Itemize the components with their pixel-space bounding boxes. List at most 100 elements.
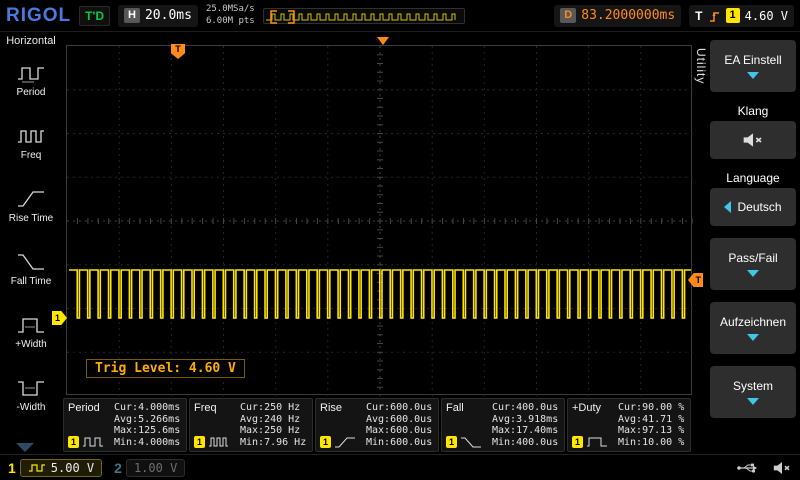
freq-glyph-icon bbox=[208, 436, 230, 448]
waveform-display-area bbox=[66, 45, 692, 395]
measure-item-label: +Width bbox=[15, 340, 46, 351]
measurement-panel-duty: +Duty 1 Cur:90.00 % Avg:41.71 % Max:97.1… bbox=[567, 398, 691, 452]
fall-time-icon bbox=[15, 250, 47, 274]
measurement-name: Freq bbox=[194, 402, 236, 414]
sample-rate: 25.0MSa/s bbox=[206, 4, 255, 14]
fall-glyph-icon bbox=[460, 436, 482, 448]
measurement-name: Fall bbox=[446, 402, 488, 414]
delay-value: 83.2000000ms bbox=[581, 8, 675, 23]
measurement-cur: Cur:90.00 % bbox=[618, 402, 686, 413]
neg-width-icon bbox=[15, 376, 47, 400]
measurement-bar: Period 1 Cur:4.000ms Avg:5.266ms Max:125… bbox=[63, 398, 691, 452]
measurement-min: Min:600.0us bbox=[366, 437, 434, 448]
measurement-channel-badge: 1 bbox=[194, 436, 205, 448]
memory-depth: 6.00M pts bbox=[206, 16, 255, 26]
chevron-left-icon bbox=[724, 201, 731, 213]
softkey-system[interactable]: System bbox=[710, 366, 796, 418]
measurement-name: +Duty bbox=[572, 402, 614, 414]
measurement-min: Min:400.0us bbox=[492, 437, 560, 448]
measurement-avg: Avg:3.918ms bbox=[492, 414, 560, 425]
channel1-scale: 5.00 V bbox=[51, 461, 94, 475]
trigger-group[interactable]: T 1 4.60 V bbox=[689, 5, 794, 27]
measurement-min: Min:7.96 Hz bbox=[240, 437, 308, 448]
measurement-panel-rise: Rise 1 Cur:600.0us Avg:600.0us Max:600.0… bbox=[315, 398, 439, 452]
measurement-max: Max:97.13 % bbox=[618, 425, 686, 436]
measure-item-fall-time[interactable]: Fall Time bbox=[2, 237, 60, 300]
softkey-klang[interactable]: Klang bbox=[710, 104, 796, 159]
chevron-down-icon bbox=[747, 334, 759, 341]
channel2-scale-box: 1.00 V bbox=[126, 459, 185, 477]
duty-glyph-icon bbox=[586, 436, 608, 448]
chevron-down-icon bbox=[747, 398, 759, 405]
measure-item-label: Period bbox=[17, 88, 46, 99]
bottom-channel-bar: 1 5.00 V 2 1.00 V bbox=[0, 454, 800, 480]
softkey-language[interactable]: Language Deutsch bbox=[710, 171, 796, 226]
period-icon bbox=[15, 61, 47, 85]
channel1-scale-box: 5.00 V bbox=[20, 459, 102, 477]
measurement-max: Max:125.6ms bbox=[114, 425, 182, 436]
chevron-down-icon bbox=[747, 72, 759, 79]
softkey-pass-fail[interactable]: Pass/Fail bbox=[710, 238, 796, 290]
measurement-min: Min:10.00 % bbox=[618, 437, 686, 448]
menu-scroll-down-icon[interactable] bbox=[16, 443, 34, 452]
measurement-channel-badge: 1 bbox=[572, 436, 583, 448]
trigger-level-value: 4.60 V bbox=[745, 9, 788, 23]
language-value: Deutsch bbox=[737, 200, 781, 214]
channel1-offset-marker[interactable]: 1 bbox=[52, 311, 67, 325]
softkey-ea-einstell[interactable]: EA Einstell bbox=[710, 40, 796, 92]
measurement-channel-badge: 1 bbox=[68, 436, 79, 448]
freq-icon bbox=[15, 124, 47, 148]
horizontal-label: H bbox=[124, 8, 140, 23]
trigger-status-badge: T'D bbox=[79, 6, 110, 26]
rise-time-icon bbox=[15, 187, 47, 211]
measure-item-neg-width[interactable]: -Width bbox=[2, 363, 60, 426]
measurement-cur: Cur:250 Hz bbox=[240, 402, 308, 413]
measurement-avg: Avg:240 Hz bbox=[240, 414, 308, 425]
measurement-cur: Cur:400.0us bbox=[492, 402, 560, 413]
measure-item-rise-time[interactable]: Rise Time bbox=[2, 174, 60, 237]
left-measure-menu: Horizontal Period Freq Rise Time Fall Ti… bbox=[0, 32, 62, 454]
measure-item-label: Fall Time bbox=[11, 277, 52, 288]
measurement-name: Rise bbox=[320, 402, 362, 414]
language-value-box[interactable]: Deutsch bbox=[710, 188, 796, 226]
channel1-number: 1 bbox=[8, 460, 16, 476]
measurement-channel-badge: 1 bbox=[320, 436, 331, 448]
square-wave-icon bbox=[28, 463, 46, 473]
speaker-muted-icon bbox=[741, 132, 765, 148]
menu-title-utility: Utility bbox=[694, 48, 708, 84]
measurement-cur: Cur:4.000ms bbox=[114, 402, 182, 413]
trig-level-message: Trig Level: 4.60 V bbox=[86, 359, 245, 378]
channel1-status[interactable]: 1 5.00 V bbox=[8, 459, 102, 477]
right-softkey-menu: Utility EA Einstell Klang Language Deuts… bbox=[692, 32, 800, 454]
measurement-channel-badge: 1 bbox=[446, 436, 457, 448]
measurement-cur: Cur:600.0us bbox=[366, 402, 434, 413]
measurement-panel-period: Period 1 Cur:4.000ms Avg:5.266ms Max:125… bbox=[63, 398, 187, 452]
chevron-down-icon bbox=[747, 270, 759, 277]
measure-item-label: Rise Time bbox=[9, 214, 53, 225]
channel1-waveform bbox=[67, 46, 693, 396]
horizontal-scale-value: 20.0ms bbox=[145, 8, 192, 23]
top-status-bar: RIGOL T'D H 20.0ms 25.0MSa/s 6.00M pts D… bbox=[0, 0, 800, 32]
channel2-number: 2 bbox=[114, 460, 122, 476]
measurement-panel-freq: Freq 1 Cur:250 Hz Avg:240 Hz Max:250 Hz … bbox=[189, 398, 313, 452]
measure-item-freq[interactable]: Freq bbox=[2, 111, 60, 174]
klang-value-box[interactable] bbox=[710, 121, 796, 159]
left-menu-title: Horizontal bbox=[6, 35, 56, 47]
softkey-aufzeichnen[interactable]: Aufzeichnen bbox=[710, 302, 796, 354]
delay-group[interactable]: D 83.2000000ms bbox=[554, 5, 681, 27]
measurement-min: Min:4.000ms bbox=[114, 437, 182, 448]
measurement-name: Period bbox=[68, 402, 110, 414]
horizontal-scale-group[interactable]: H 20.0ms bbox=[118, 5, 198, 27]
delay-position-icon[interactable] bbox=[377, 37, 389, 45]
measure-item-pos-width[interactable]: +Width bbox=[2, 300, 60, 363]
rising-edge-icon bbox=[708, 9, 721, 23]
measurement-max: Max:17.40ms bbox=[492, 425, 560, 436]
measure-item-label: Freq bbox=[21, 151, 42, 162]
measurement-avg: Avg:600.0us bbox=[366, 414, 434, 425]
measurement-avg: Avg:5.266ms bbox=[114, 414, 182, 425]
measurement-avg: Avg:41.71 % bbox=[618, 414, 686, 425]
channel2-status[interactable]: 2 1.00 V bbox=[114, 459, 185, 477]
trigger-source-badge: 1 bbox=[726, 8, 740, 23]
measurement-max: Max:250 Hz bbox=[240, 425, 308, 436]
measure-item-period[interactable]: Period bbox=[2, 48, 60, 111]
